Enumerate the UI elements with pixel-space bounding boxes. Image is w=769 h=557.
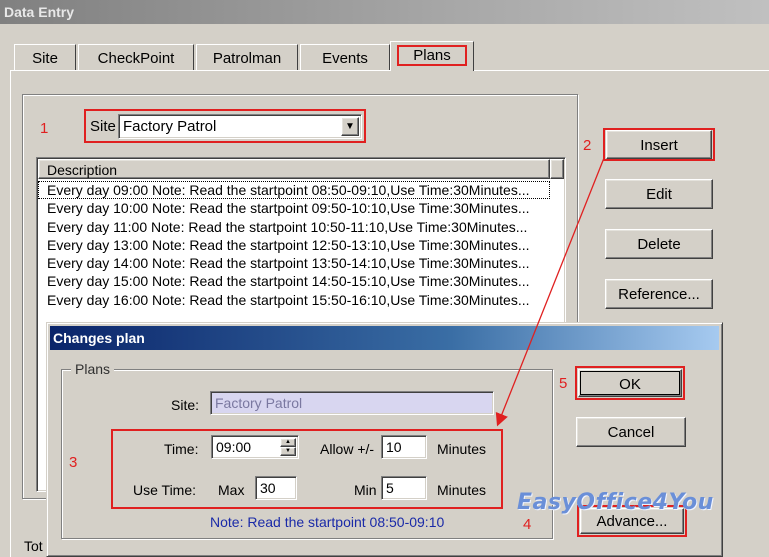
insert-button[interactable]: Insert <box>606 130 712 159</box>
min-label: Min <box>354 482 377 498</box>
allow-unit-label: Minutes <box>437 441 487 457</box>
time-value: 09:00 <box>216 439 252 455</box>
annotation-1: 1 <box>40 120 49 137</box>
footer-total-label: Tot <box>24 538 43 554</box>
tab-label: Plans <box>397 45 467 66</box>
list-item[interactable]: Every day 16:00 Note: Read the startpoin… <box>38 291 550 309</box>
time-label: Time: <box>164 441 199 457</box>
min-input[interactable]: 5 <box>381 476 427 500</box>
site-label: Site <box>90 118 116 135</box>
watermark-logo: EasyOffice4You <box>517 490 714 515</box>
tab-label: Events <box>322 50 368 67</box>
max-input[interactable]: 30 <box>255 476 297 500</box>
time-spinner[interactable]: ▲ ▼ <box>280 438 296 456</box>
dialog-note: Note: Read the startpoint 08:50-09:10 <box>210 514 445 530</box>
dialog-site-field: Factory Patrol <box>210 391 494 415</box>
annotation-4: 4 <box>523 516 532 533</box>
list-item[interactable]: Every day 10:00 Note: Read the startpoin… <box>38 199 550 217</box>
list-header-filler <box>550 159 564 179</box>
list-item[interactable]: Every day 13:00 Note: Read the startpoin… <box>38 236 550 254</box>
reference-button[interactable]: Reference... <box>605 279 713 309</box>
list-item[interactable]: Every day 14:00 Note: Read the startpoin… <box>38 254 550 272</box>
use-time-label: Use Time: <box>133 482 197 498</box>
tab-events[interactable]: Events <box>300 44 390 70</box>
max-label: Max <box>218 482 245 498</box>
plans-group-label: Plans <box>71 361 115 377</box>
ok-button[interactable]: OK <box>578 369 682 397</box>
tab-patrolman[interactable]: Patrolman <box>196 44 298 70</box>
list-item[interactable]: Every day 15:00 Note: Read the startpoin… <box>38 272 550 290</box>
column-header-label: Description <box>47 162 118 178</box>
delete-button[interactable]: Delete <box>605 229 713 259</box>
annotation-3: 3 <box>69 454 78 471</box>
annotation-2: 2 <box>583 137 592 154</box>
tab-label: CheckPoint <box>97 50 175 67</box>
allow-input[interactable]: 10 <box>381 435 427 459</box>
spin-down-icon[interactable]: ▼ <box>280 447 296 456</box>
tab-plans[interactable]: Plans <box>390 41 474 71</box>
list-header-description[interactable]: Description <box>38 159 550 179</box>
allow-label: Allow +/- <box>320 441 375 457</box>
spin-up-icon[interactable]: ▲ <box>280 438 296 447</box>
annotation-5: 5 <box>559 375 568 392</box>
list-item[interactable]: Every day 09:00 Note: Read the startpoin… <box>38 181 550 200</box>
min-unit-label: Minutes <box>437 482 487 498</box>
tab-checkpoint[interactable]: CheckPoint <box>78 44 194 70</box>
cancel-button[interactable]: Cancel <box>576 417 686 447</box>
tab-label: Site <box>32 50 58 67</box>
window-title-bar: Data Entry <box>0 0 769 24</box>
chevron-down-icon[interactable]: ▼ <box>341 117 359 136</box>
window-title: Data Entry <box>4 4 75 20</box>
dialog-site-label: Site: <box>171 397 200 413</box>
tab-site[interactable]: Site <box>14 44 76 70</box>
edit-button[interactable]: Edit <box>605 179 713 209</box>
tab-label: Patrolman <box>212 50 282 67</box>
time-spinner-input[interactable]: 09:00 ▲ ▼ <box>211 435 299 459</box>
site-dropdown[interactable]: Factory Patrol ▼ <box>118 114 362 139</box>
dialog-title-bar: Changes plan <box>50 326 719 350</box>
dialog-title: Changes plan <box>53 330 145 346</box>
list-item[interactable]: Every day 11:00 Note: Read the startpoin… <box>38 218 550 236</box>
changes-plan-dialog: Changes plan Plans Site: Factory Patrol … <box>46 322 723 557</box>
site-dropdown-value: Factory Patrol <box>123 118 217 135</box>
